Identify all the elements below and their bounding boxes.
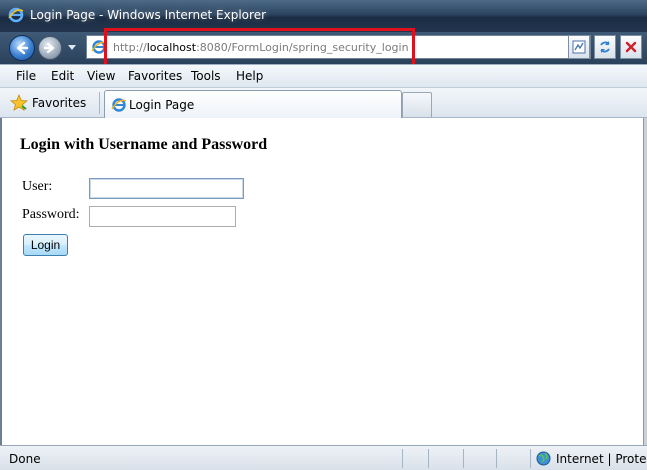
arrow-left-icon xyxy=(16,41,29,55)
status-divider xyxy=(463,449,464,468)
status-bar: Done Internet | Protecte xyxy=(0,445,647,470)
menu-view[interactable]: View xyxy=(87,69,115,83)
chevron-down-icon xyxy=(68,45,76,50)
favorites-separator xyxy=(99,92,100,114)
page-content: Login with Username and Password User: P… xyxy=(2,118,643,445)
favorites-bar: Favorites Login Page xyxy=(0,87,647,118)
favorites-label: Favorites xyxy=(32,96,87,110)
url-highlight-box xyxy=(104,28,415,69)
login-button[interactable]: Login xyxy=(23,234,68,256)
content-frame-right xyxy=(643,118,647,445)
status-divider xyxy=(530,449,531,468)
menu-bar: File Edit View Favorites Tools Help xyxy=(0,64,647,87)
stop-button[interactable] xyxy=(620,35,642,59)
back-button[interactable] xyxy=(9,35,35,61)
menu-help[interactable]: Help xyxy=(236,69,263,83)
status-text: Done xyxy=(9,452,41,466)
ie-logo-icon xyxy=(8,7,24,23)
arrow-right-icon xyxy=(44,42,55,54)
compatibility-view-icon xyxy=(572,40,586,54)
user-label: User: xyxy=(22,179,53,194)
new-tab-button[interactable] xyxy=(402,92,432,117)
password-input[interactable] xyxy=(89,206,236,227)
star-icon xyxy=(10,94,28,111)
menu-edit[interactable]: Edit xyxy=(51,69,74,83)
close-icon xyxy=(625,41,637,53)
tab-label: Login Page xyxy=(129,98,195,112)
security-zone-text[interactable]: Internet | Protecte xyxy=(556,452,647,466)
password-label: Password: xyxy=(22,207,80,222)
forward-button[interactable] xyxy=(38,36,62,60)
globe-icon xyxy=(536,451,551,466)
status-divider xyxy=(496,449,497,468)
compatibility-view-button[interactable] xyxy=(568,35,590,59)
menu-favorites[interactable]: Favorites xyxy=(128,69,182,83)
menu-file[interactable]: File xyxy=(16,69,36,83)
tab-login-page[interactable]: Login Page xyxy=(104,90,402,118)
page-title: Login with Username and Password xyxy=(20,136,268,153)
refresh-icon xyxy=(600,41,610,53)
recent-pages-dropdown[interactable] xyxy=(67,42,77,54)
favorites-button[interactable]: Favorites xyxy=(10,92,92,114)
status-divider xyxy=(402,449,403,468)
window-title: Login Page - Windows Internet Explorer xyxy=(30,8,267,22)
status-divider xyxy=(428,449,429,468)
ie-page-icon xyxy=(111,98,127,112)
refresh-button[interactable] xyxy=(594,35,616,59)
menu-tools[interactable]: Tools xyxy=(191,69,221,83)
username-input[interactable] xyxy=(89,178,244,199)
